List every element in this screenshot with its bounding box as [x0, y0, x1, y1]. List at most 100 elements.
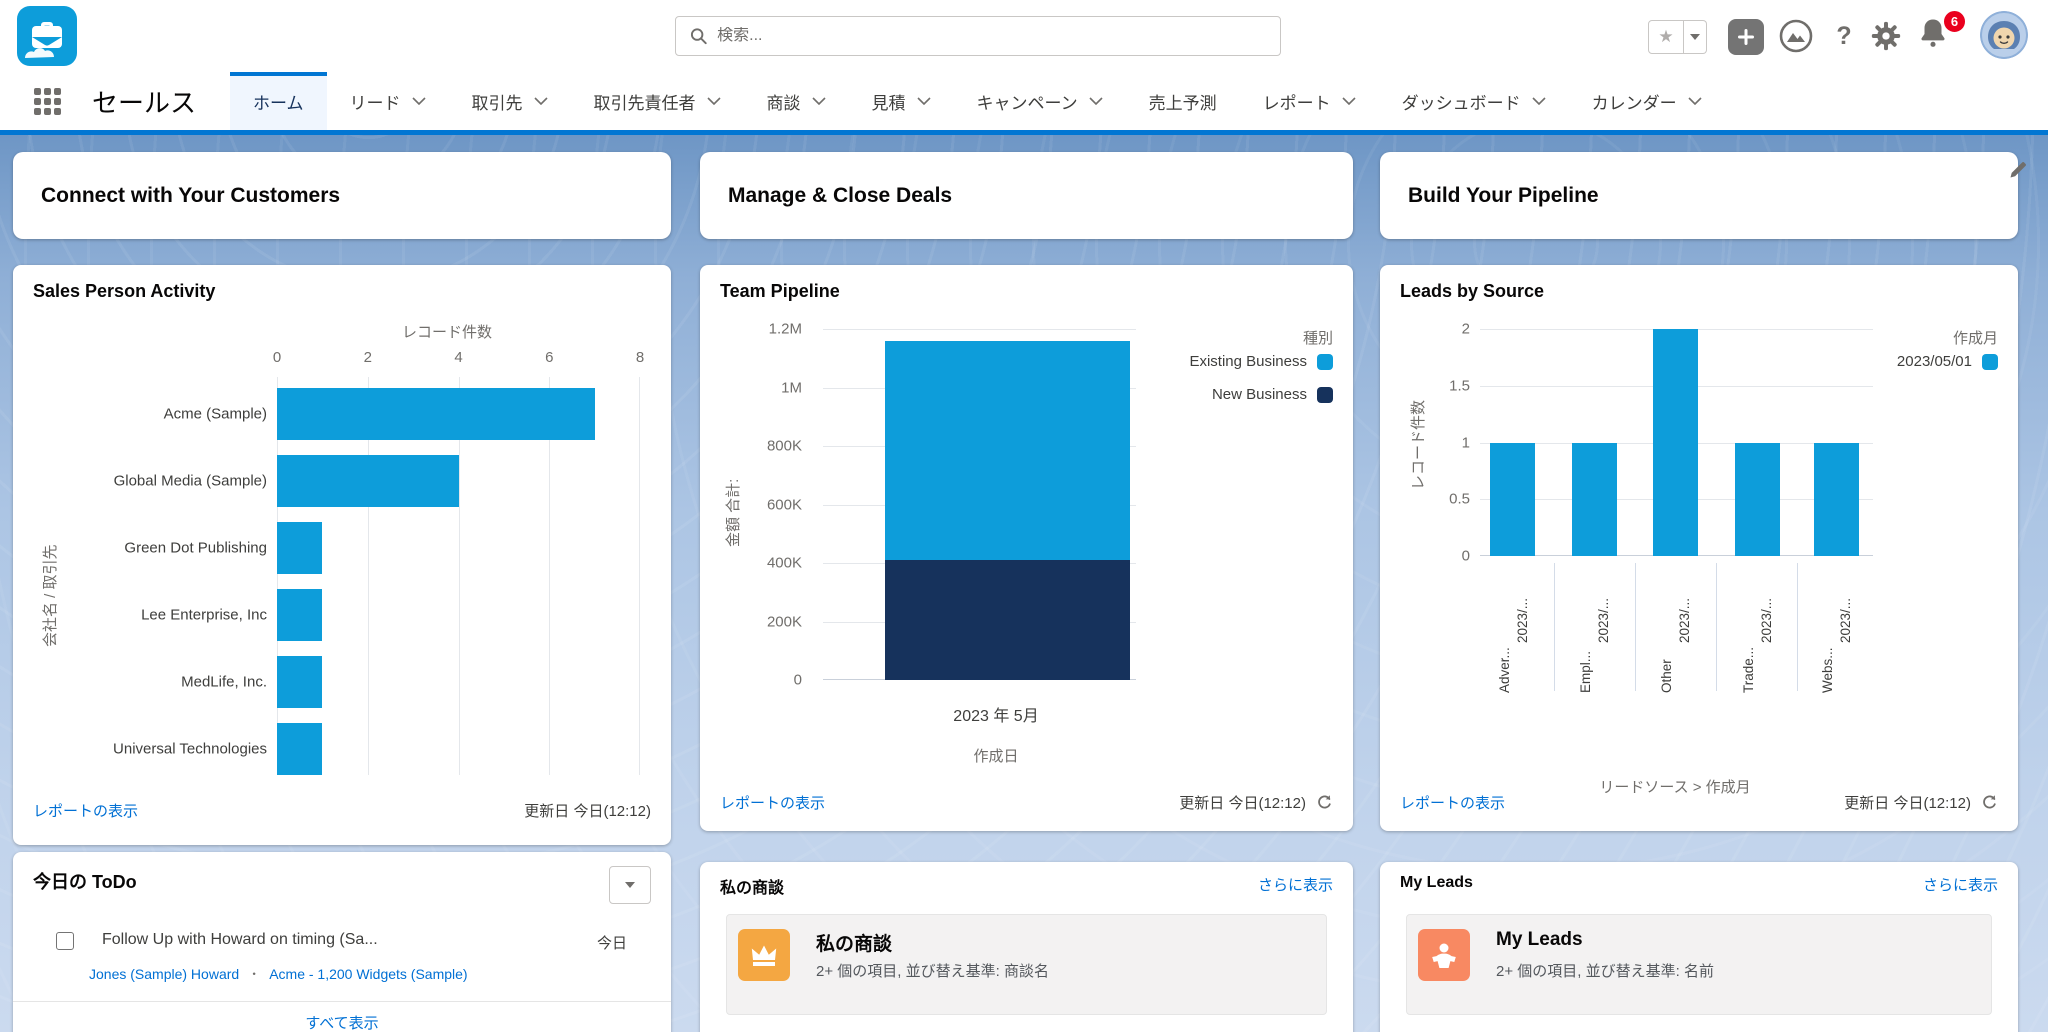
- x-tick-date: 2023/...: [1759, 598, 1774, 643]
- legend-label: New Business: [1212, 386, 1307, 403]
- list-subtitle: 2+ 個の項目, 並び替え基準: 名前: [1496, 960, 1714, 981]
- help-button[interactable]: ?: [1824, 16, 1864, 56]
- task-contact-link[interactable]: Jones (Sample) Howard: [89, 966, 239, 982]
- stacked-bar-plot: [823, 329, 1136, 680]
- notification-count-badge: 6: [1942, 9, 1967, 34]
- tab-dashboards[interactable]: ダッシュボード: [1379, 72, 1569, 130]
- category-label: Green Dot Publishing: [124, 540, 267, 557]
- bar-other[interactable]: [1653, 329, 1698, 556]
- bar-website[interactable]: [1814, 443, 1859, 557]
- favorites-control: ★: [1648, 20, 1707, 54]
- global-actions-button[interactable]: [1728, 19, 1764, 55]
- lead-person-icon: [1418, 929, 1470, 981]
- view-all-link[interactable]: すべて表示: [305, 1012, 378, 1032]
- tab-opportunities[interactable]: 商談: [744, 72, 849, 130]
- tab-calendar[interactable]: カレンダー: [1569, 72, 1725, 130]
- bar-lee-enterprise[interactable]: [277, 589, 322, 641]
- tab-forecasts[interactable]: 売上予測: [1126, 72, 1240, 130]
- gridline: [639, 377, 640, 775]
- tab-label: 見積: [872, 89, 906, 114]
- pencil-icon: [2008, 160, 2028, 180]
- divider: [13, 1001, 671, 1002]
- tab-label: キャンペーン: [977, 89, 1078, 114]
- task-checkbox[interactable]: [56, 932, 74, 950]
- section-header-customers: Connect with Your Customers: [13, 152, 671, 239]
- legend-swatch: [1982, 354, 1998, 370]
- bar-global-media[interactable]: [277, 455, 459, 507]
- x-tick: 4: [454, 349, 462, 366]
- x-tick-date: 2023/...: [1515, 598, 1530, 643]
- bar-trade-show[interactable]: [1735, 443, 1780, 557]
- y-tick: 0.5: [1449, 491, 1470, 508]
- tab-label: 売上予測: [1149, 89, 1217, 114]
- bar-employee-referral[interactable]: [1572, 443, 1617, 557]
- app-launcher-button[interactable]: [30, 84, 64, 118]
- bar-medlife[interactable]: [277, 656, 322, 708]
- refresh-icon[interactable]: [1981, 794, 1998, 811]
- task-actions-menu-button[interactable]: [609, 866, 651, 904]
- favorites-menu-button[interactable]: [1684, 20, 1707, 54]
- tab-leads[interactable]: リード: [327, 72, 449, 130]
- segment-existing-business[interactable]: [885, 341, 1130, 560]
- global-search[interactable]: [675, 16, 1281, 56]
- y-tick: 0: [1462, 548, 1470, 565]
- section-title: Manage & Close Deals: [728, 184, 952, 208]
- bar-green-dot[interactable]: [277, 522, 322, 574]
- category-label: Lee Enterprise, Inc: [141, 607, 267, 624]
- category-separator: [1554, 563, 1555, 691]
- bar-acme[interactable]: [277, 388, 595, 440]
- category-separator: [1797, 563, 1798, 691]
- notifications-button[interactable]: 6: [1916, 16, 1958, 58]
- task-related-links: Jones (Sample) Howard ・ Acme - 1,200 Wid…: [89, 965, 468, 982]
- section-title: Connect with Your Customers: [41, 184, 340, 208]
- tab-label: リード: [350, 89, 401, 114]
- guidance-center-button[interactable]: [1776, 16, 1816, 56]
- search-input[interactable]: [717, 27, 1266, 45]
- view-report-link[interactable]: レポートの表示: [33, 800, 138, 821]
- show-more-link[interactable]: さらに表示: [1258, 874, 1333, 895]
- leads-by-source-card: Leads by Source 作成月 2023/05/01 2 1.5 1 0…: [1380, 265, 2018, 831]
- tab-accounts[interactable]: 取引先: [449, 72, 571, 130]
- edit-nav-button[interactable]: [2008, 160, 2028, 185]
- tab-label: 商談: [767, 89, 801, 114]
- bar-advertisement[interactable]: [1490, 443, 1535, 557]
- x-tick-source: Trade...: [1741, 647, 1756, 693]
- refresh-icon[interactable]: [1316, 794, 1333, 811]
- x-tick: 6: [545, 349, 553, 366]
- task-opportunity-link[interactable]: Acme - 1,200 Widgets (Sample): [269, 966, 467, 982]
- tab-quotes[interactable]: 見積: [849, 72, 954, 130]
- show-more-link[interactable]: さらに表示: [1923, 874, 1998, 895]
- segment-new-business[interactable]: [885, 560, 1130, 680]
- x-tick: 0: [273, 349, 281, 366]
- tab-contacts[interactable]: 取引先責任者: [571, 72, 744, 130]
- bar-universal[interactable]: [277, 723, 322, 775]
- y-axis-title: レコード件数: [1407, 400, 1428, 490]
- view-report-link[interactable]: レポートの表示: [720, 792, 825, 813]
- bar-chart-plot: [1480, 329, 1873, 556]
- task-title[interactable]: Follow Up with Howard on timing (Sa...: [102, 931, 378, 949]
- last-refreshed-text: 更新日 今日(12:12): [1844, 792, 1998, 813]
- legend-entry-new: New Business: [1212, 386, 1333, 403]
- chevron-down-icon: [1690, 34, 1700, 40]
- favorite-star-button[interactable]: ★: [1648, 20, 1684, 54]
- list-preview-item[interactable]: 私の商談 2+ 個の項目, 並び替え基準: 商談名: [726, 914, 1327, 1015]
- user-avatar[interactable]: [1980, 11, 2028, 59]
- tab-campaigns[interactable]: キャンペーン: [954, 72, 1126, 130]
- chevron-down-icon: [917, 97, 931, 105]
- chevron-down-icon: [707, 97, 721, 105]
- tab-home[interactable]: ホーム: [230, 72, 327, 130]
- chevron-down-icon: [812, 97, 826, 105]
- legend-swatch: [1317, 354, 1333, 370]
- view-report-link[interactable]: レポートの表示: [1400, 792, 1505, 813]
- section-header-deals: Manage & Close Deals: [700, 152, 1353, 239]
- y-tick: 400K: [767, 555, 802, 572]
- list-preview-item[interactable]: My Leads 2+ 個の項目, 並び替え基準: 名前: [1406, 914, 1992, 1015]
- tab-reports[interactable]: レポート: [1240, 72, 1379, 130]
- setup-button[interactable]: [1866, 16, 1906, 56]
- chevron-down-icon: [534, 97, 548, 105]
- category-label: MedLife, Inc.: [181, 674, 267, 691]
- bar-chart-plot: [277, 377, 640, 775]
- x-tick-source: Other: [1659, 659, 1674, 693]
- y-tick: 1.2M: [769, 321, 802, 338]
- chevron-down-icon: [1089, 97, 1103, 105]
